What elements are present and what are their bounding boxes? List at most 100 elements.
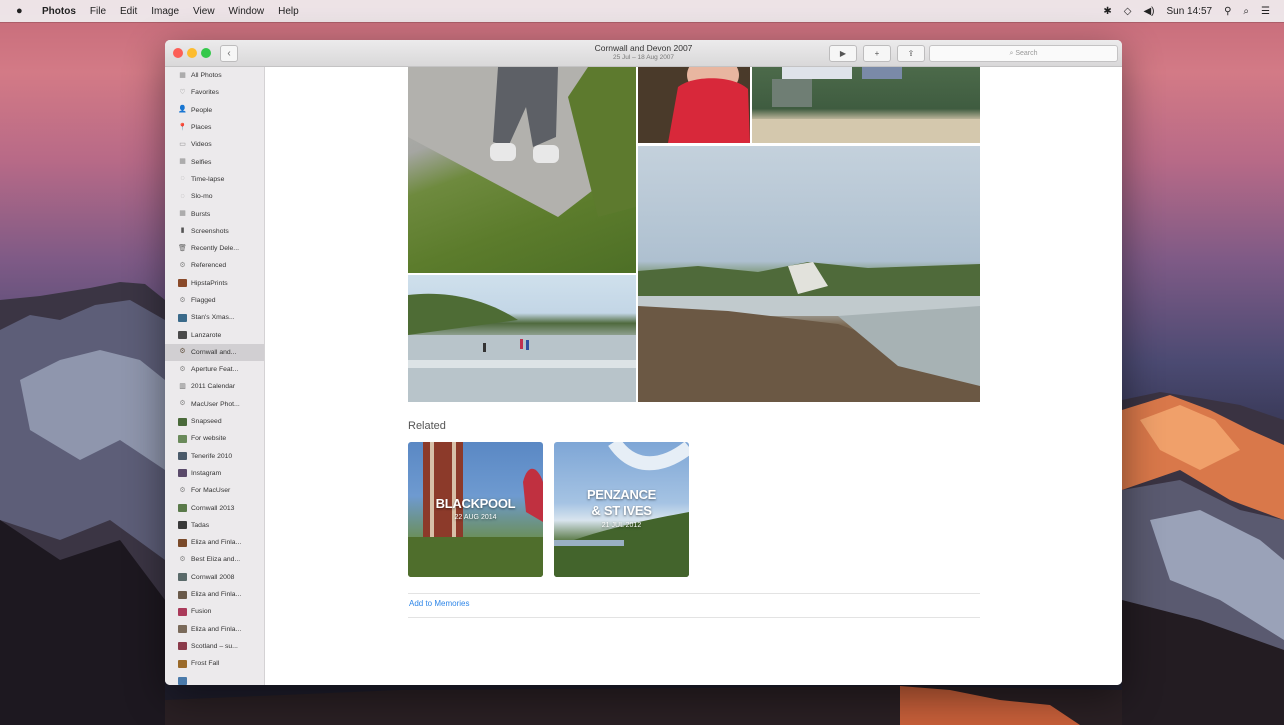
sidebar-item-label: Bursts (191, 210, 211, 218)
share-button[interactable]: ⇪ (897, 45, 925, 62)
memory-blackpool[interactable]: BLACKPOOL 22 AUG 2014 (408, 442, 543, 577)
menu-photos[interactable]: Photos (42, 6, 76, 17)
sidebar-item-label: For MacUser (191, 487, 231, 495)
sidebar-item-label: Slo-mo (191, 193, 213, 201)
sidebar-item-label: Best Eliza and... (191, 556, 241, 564)
sidebar-item[interactable]: Fusion (165, 603, 264, 620)
album-thumb-icon (178, 607, 187, 616)
title-bar: ‹ Cornwall and Devon 2007 25 Jul – 18 Au… (165, 40, 1122, 67)
photo-red-shirt-art (638, 67, 750, 143)
sidebar-item[interactable]: Scotland – su... (165, 638, 264, 655)
sidebar-item-label: Screenshots (191, 227, 229, 235)
slomo-icon: ◌ (180, 192, 185, 200)
menu-window[interactable]: Window (229, 6, 265, 17)
photo-child-on-grass[interactable] (408, 67, 636, 273)
sidebar-item-label: Places (191, 124, 212, 132)
sidebar-item[interactable]: ⚙ MacUser Phot... (165, 396, 264, 413)
volume-icon[interactable]: ◀) (1143, 6, 1154, 17)
sidebar-item[interactable] (165, 672, 264, 685)
calendar-icon: ▥ (179, 382, 186, 390)
album-thumb-icon (178, 504, 187, 513)
memory-date: 21 JUL 2012 (601, 522, 642, 529)
menu-help[interactable]: Help (278, 6, 299, 17)
menu-image[interactable]: Image (151, 6, 179, 17)
sidebar-item[interactable]: ⚙ Flagged (165, 292, 264, 309)
photo-sea-waders[interactable] (408, 275, 636, 402)
sidebar-item[interactable]: ▮ Screenshots (165, 223, 264, 240)
sidebar-item[interactable]: ▥ 2011 Calendar (165, 378, 264, 395)
sidebar-item[interactable]: Stan's Xmas... (165, 309, 264, 326)
album-thumb-icon (178, 659, 187, 668)
smart-album-icon: ⚙ (179, 348, 186, 356)
photo-beach-houses[interactable] (752, 67, 980, 143)
sidebar-item[interactable]: ◌ Slo-mo (165, 188, 264, 205)
sidebar-item[interactable]: ⚙ Aperture Feat... (165, 361, 264, 378)
video-icon: ▭ (179, 140, 186, 148)
sidebar-item-label: Eliza and Finla... (191, 539, 242, 547)
sidebar-item[interactable]: Tenerife 2010 (165, 448, 264, 465)
sidebar-item[interactable]: For website (165, 430, 264, 447)
sidebar-item[interactable]: 📍 Places (165, 119, 264, 136)
sidebar-item-label: 2011 Calendar (191, 383, 236, 391)
sidebar-item[interactable]: Cornwall 2013 (165, 499, 264, 516)
sidebar-item-label: Cornwall and... (191, 348, 237, 356)
search-input[interactable]: ⌕ Search (929, 45, 1118, 62)
sidebar-item[interactable]: Tadas (165, 517, 264, 534)
timelapse-icon: ◌ (180, 175, 185, 183)
sidebar-item[interactable]: Snapseed (165, 413, 264, 430)
sidebar-item[interactable]: ▦ Selfies (165, 153, 264, 170)
sidebar-item[interactable]: 🗑 Recently Dele... (165, 240, 264, 257)
sidebar-item-label: Cornwall 2008 (191, 573, 235, 581)
menu-view[interactable]: View (193, 6, 215, 17)
sidebar-item[interactable]: ⚙ For MacUser (165, 482, 264, 499)
status-area: ✱ ◇ ◀) Sun 14:57 ⚲ ⌕ ☰ (1103, 6, 1270, 17)
sidebar-item[interactable]: Eliza and Finla... (165, 586, 264, 603)
clock[interactable]: Sun 14:57 (1166, 6, 1212, 17)
menu-edit[interactable]: Edit (120, 6, 137, 17)
search-placeholder: Search (1015, 50, 1038, 57)
sidebar-item[interactable]: Lanzarote (165, 326, 264, 343)
sidebar-item[interactable]: ▭ Videos (165, 136, 264, 153)
sidebar-item[interactable]: ▦ All Photos (165, 67, 264, 84)
sidebar-item[interactable]: Eliza and Finla... (165, 534, 264, 551)
album-thumb-icon (178, 279, 187, 288)
sidebar-item-label: Tadas (191, 521, 210, 529)
sidebar-item[interactable]: 👤 People (165, 102, 264, 119)
play-slideshow-button[interactable]: ▶ (829, 45, 857, 62)
related-heading: Related (408, 420, 446, 432)
bluetooth-icon[interactable]: ✱ (1103, 6, 1111, 17)
sidebar-item[interactable]: Cornwall 2008 (165, 569, 264, 586)
sidebar-item[interactable]: ⚙ Cornwall and... (165, 343, 264, 362)
sidebar-item[interactable]: Instagram (165, 465, 264, 482)
photo-beach-cliffs[interactable] (638, 146, 980, 402)
sidebar-item-label: Tenerife 2010 (191, 452, 233, 460)
photo-girl-red-shirt[interactable] (638, 67, 750, 143)
photos-window: ‹ Cornwall and Devon 2007 25 Jul – 18 Au… (165, 40, 1122, 685)
sidebar-item-label: Lanzarote (191, 331, 222, 339)
sidebar-item[interactable]: ⚙ Best Eliza and... (165, 551, 264, 568)
sidebar-item-label: Videos (191, 141, 212, 149)
add-to-memories-link[interactable]: Add to Memories (409, 599, 469, 608)
sidebar-item[interactable]: ▦ Bursts (165, 205, 264, 222)
sidebar-item-label: Stan's Xmas... (191, 314, 235, 322)
sidebar-item[interactable]: Frost Fall (165, 655, 264, 672)
memory-penzance[interactable]: PENZANCE & ST IVES 21 JUL 2012 (554, 442, 689, 577)
smart-album-icon: ⚙ (179, 486, 186, 494)
add-button[interactable]: + (863, 45, 891, 62)
sidebar-item-label: For website (191, 435, 227, 443)
sidebar-item[interactable]: Eliza and Finla... (165, 621, 264, 638)
sidebar-item[interactable]: ♡ Favorites (165, 84, 264, 101)
spotlight-icon[interactable]: ⌕ (1243, 6, 1249, 17)
selfie-icon: ▦ (179, 158, 186, 166)
user-icon[interactable]: ⚲ (1224, 6, 1231, 17)
notification-center-icon[interactable]: ☰ (1261, 6, 1270, 17)
sidebar-item[interactable]: ◌ Time-lapse (165, 171, 264, 188)
sidebar-item[interactable]: ⚙ Referenced (165, 257, 264, 274)
apple-menu-icon[interactable]: ● (16, 5, 30, 17)
menu-file[interactable]: File (90, 6, 106, 17)
wifi-icon[interactable]: ◇ (1124, 6, 1132, 17)
sidebar-item-label: Snapseed (191, 418, 222, 426)
smart-album-icon: ⚙ (179, 365, 186, 373)
memory-title-line2: & ST IVES (591, 503, 652, 518)
sidebar-item[interactable]: HipstaPrints (165, 275, 264, 292)
